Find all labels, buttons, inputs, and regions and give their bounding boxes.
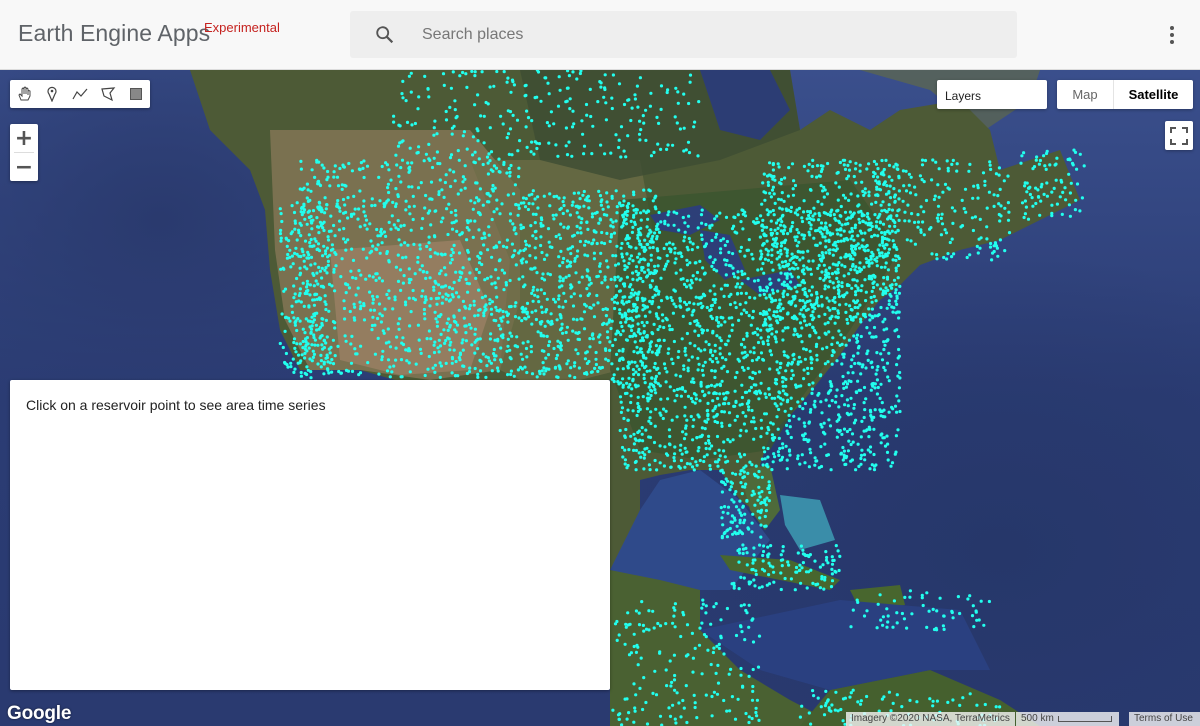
rectangle-tool[interactable]	[122, 80, 150, 108]
info-panel: Click on a reservoir point to see area t…	[10, 380, 610, 690]
panel-message: Click on a reservoir point to see area t…	[26, 397, 326, 413]
polygon-tool[interactable]	[94, 80, 122, 108]
zoom-out-button[interactable]: −	[10, 153, 38, 181]
more-vert-icon[interactable]	[1160, 22, 1184, 48]
pan-tool[interactable]	[10, 80, 38, 108]
drawing-tools	[10, 80, 150, 108]
zoom-control: + −	[10, 124, 38, 181]
scale-bar	[1058, 716, 1112, 722]
search-box[interactable]	[350, 11, 1017, 58]
app-header: Earth Engine Apps Experimental	[0, 0, 1200, 70]
polygon-icon	[101, 87, 116, 102]
fullscreen-button[interactable]	[1165, 121, 1193, 150]
marker-icon	[47, 86, 57, 102]
line-tool[interactable]	[66, 80, 94, 108]
imagery-attribution: Imagery ©2020 NASA, TerraMetrics	[846, 712, 1015, 726]
terms-of-use-link[interactable]: Terms of Use	[1129, 712, 1200, 726]
layers-button[interactable]: Layers	[937, 80, 1047, 109]
marker-tool[interactable]	[38, 80, 66, 108]
zoom-in-button[interactable]: +	[10, 124, 38, 152]
scale-indicator[interactable]: 500 km	[1016, 712, 1119, 726]
map-type-satellite-button[interactable]: Satellite	[1114, 80, 1193, 109]
fullscreen-icon	[1170, 126, 1188, 145]
experimental-badge: Experimental	[204, 20, 280, 35]
scale-label: 500 km	[1021, 713, 1054, 724]
map-type-map-button[interactable]: Map	[1057, 80, 1114, 109]
map-type-control: Map Satellite	[1057, 80, 1193, 109]
pan-hand-icon	[18, 86, 31, 101]
app-title: Earth Engine Apps	[18, 20, 211, 46]
line-icon	[72, 88, 88, 100]
search-input[interactable]	[422, 11, 1002, 58]
rectangle-icon	[130, 88, 142, 100]
search-icon[interactable]	[374, 24, 396, 46]
google-logo: Google	[7, 703, 72, 724]
